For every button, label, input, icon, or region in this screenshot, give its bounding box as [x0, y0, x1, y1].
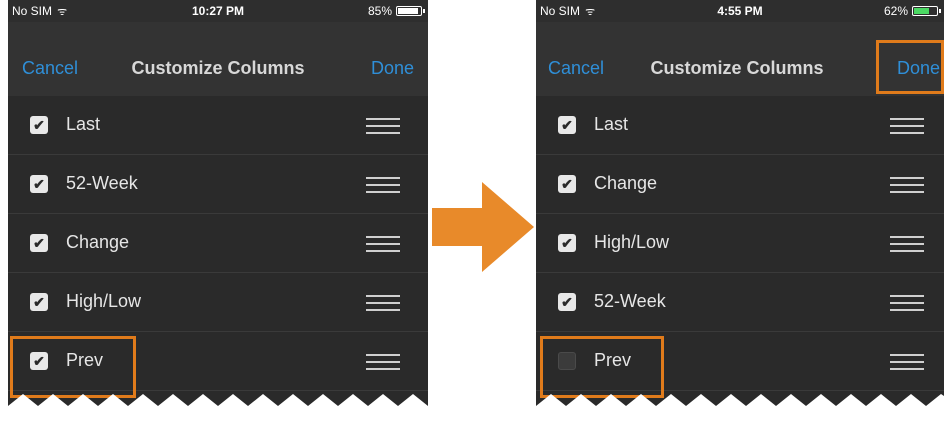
checkbox-icon[interactable]: ✔ — [30, 352, 48, 370]
list-item-label: High/Low — [66, 291, 142, 311]
list-item-label: 52-Week — [594, 291, 666, 311]
drag-handle-icon[interactable] — [890, 118, 924, 134]
list-item-label: 52-Week — [66, 173, 138, 193]
status-bar: No SIM ᯤ 10:27 PM 85% — [8, 0, 428, 22]
list-item-52-week[interactable]: ✔ 52-Week — [536, 273, 944, 332]
list-item-label: Prev — [594, 350, 632, 370]
column-list: ✔ Last ✔ 52-Week ✔ Change ✔ High/Low ✔ P… — [8, 96, 428, 391]
list-item-high-low[interactable]: ✔ High/Low — [8, 273, 428, 332]
battery-icon — [912, 6, 941, 16]
checkbox-icon[interactable]: ✔ — [30, 116, 48, 134]
checkbox-icon[interactable]: ✔ — [558, 234, 576, 252]
battery-icon — [396, 6, 425, 16]
drag-handle-icon[interactable] — [366, 118, 400, 134]
torn-edge — [8, 394, 428, 428]
done-button[interactable]: Done — [371, 58, 414, 79]
checkbox-icon[interactable] — [558, 352, 576, 370]
drag-handle-icon[interactable] — [890, 236, 924, 252]
page-title: Customize Columns — [131, 58, 305, 78]
phone-screen-after: No SIM ᯤ 4:55 PM 62% Cancel Customize Co… — [536, 0, 944, 428]
drag-handle-icon[interactable] — [366, 236, 400, 252]
right-arrow-icon — [432, 182, 534, 272]
list-item-prev[interactable]: Prev — [536, 332, 944, 391]
battery-percent: 62% — [883, 4, 908, 18]
checkbox-icon[interactable]: ✔ — [30, 234, 48, 252]
checkbox-icon[interactable]: ✔ — [558, 293, 576, 311]
list-item-last[interactable]: ✔ Last — [536, 96, 944, 155]
list-item-label: Change — [594, 173, 658, 193]
drag-handle-icon[interactable] — [890, 177, 924, 193]
list-item-last[interactable]: ✔ Last — [8, 96, 428, 155]
battery-percent: 85% — [367, 4, 392, 18]
list-item-label: Prev — [66, 350, 104, 370]
nav-bar: Cancel Customize Columns Done — [8, 22, 428, 96]
list-item-change[interactable]: ✔ Change — [536, 155, 944, 214]
list-item-label: Last — [594, 114, 629, 134]
page-title: Customize Columns — [650, 58, 824, 78]
checkbox-icon[interactable]: ✔ — [30, 293, 48, 311]
list-item-change[interactable]: ✔ Change — [8, 214, 428, 273]
list-item-52-week[interactable]: ✔ 52-Week — [8, 155, 428, 214]
drag-handle-icon[interactable] — [366, 177, 400, 193]
column-list: ✔ Last ✔ Change ✔ High/Low ✔ 52-Week Pre… — [536, 96, 944, 391]
drag-handle-icon[interactable] — [890, 295, 924, 311]
checkbox-icon[interactable]: ✔ — [558, 116, 576, 134]
phone-screen-before: No SIM ᯤ 10:27 PM 85% Cancel Customize C… — [8, 0, 428, 428]
done-button[interactable]: Done — [897, 58, 940, 79]
checkbox-icon[interactable]: ✔ — [30, 175, 48, 193]
list-item-label: Last — [66, 114, 101, 134]
clock: 4:55 PM — [717, 4, 763, 18]
checkbox-icon[interactable]: ✔ — [558, 175, 576, 193]
list-item-label: Change — [66, 232, 130, 252]
list-item-label: High/Low — [594, 232, 670, 252]
clock: 10:27 PM — [191, 4, 245, 18]
list-item-prev[interactable]: ✔ Prev — [8, 332, 428, 391]
torn-edge — [536, 394, 944, 428]
status-bar: No SIM ᯤ 4:55 PM 62% — [536, 0, 944, 22]
drag-handle-icon[interactable] — [366, 295, 400, 311]
list-item-high-low[interactable]: ✔ High/Low — [536, 214, 944, 273]
nav-bar: Cancel Customize Columns Done — [536, 22, 944, 96]
drag-handle-icon[interactable] — [890, 354, 924, 370]
drag-handle-icon[interactable] — [366, 354, 400, 370]
